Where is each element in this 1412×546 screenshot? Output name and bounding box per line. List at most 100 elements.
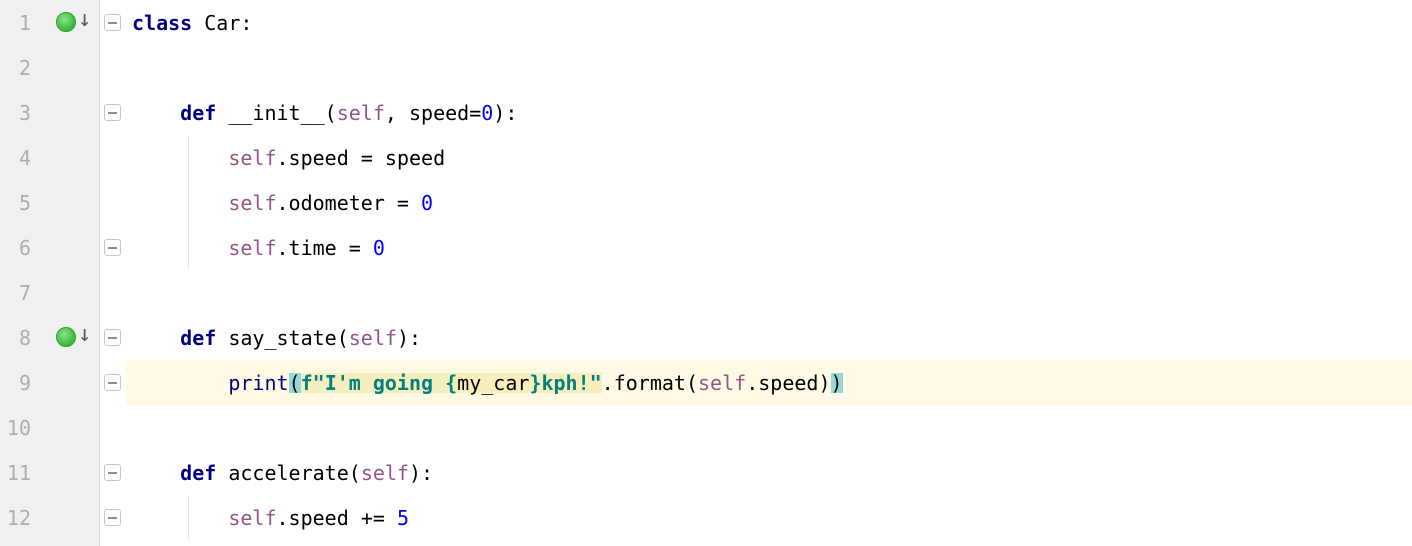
run-gutter-icon[interactable] <box>56 12 76 32</box>
method-name: __init__ <box>228 103 324 123</box>
builtin-func: print <box>228 373 288 393</box>
brace-open: { <box>445 373 457 393</box>
line-number: 11 <box>0 463 47 483</box>
space <box>349 508 361 528</box>
fold-toggle-icon[interactable] <box>104 239 121 256</box>
keyword: def <box>180 463 228 483</box>
string-quote: " <box>313 373 325 393</box>
paren-open: ( <box>686 373 698 393</box>
fold-toggle-icon[interactable] <box>104 464 121 481</box>
paren-open: ( <box>337 328 349 348</box>
space <box>373 148 385 168</box>
line-number: 3 <box>0 103 47 123</box>
code-line[interactable]: self.odometer = 0 <box>126 180 1412 225</box>
code-line-current[interactable]: print(f"I'm going {my_car}kph!".format(s… <box>126 360 1412 405</box>
punct-dot: . <box>277 238 289 258</box>
self-param: self <box>361 463 409 483</box>
indent <box>132 373 228 393</box>
punct-dot: . <box>277 193 289 213</box>
space <box>385 193 397 213</box>
space <box>385 508 397 528</box>
string-text: kph! <box>541 373 589 393</box>
method-call: format <box>614 373 686 393</box>
self-ref: self <box>698 373 746 393</box>
code-line[interactable]: def accelerate(self): <box>126 450 1412 495</box>
line-number: 5 <box>0 193 47 213</box>
op-eq: = <box>469 103 481 123</box>
fold-toggle-icon[interactable] <box>104 329 121 346</box>
punct-colon: : <box>409 328 421 348</box>
code-line[interactable]: self.speed += 5 <box>126 495 1412 540</box>
line-number-gutter: 1 2 3 4 5 6 7 8 9 10 11 12 <box>0 0 48 546</box>
punct-dot: . <box>602 373 614 393</box>
op-aug-assign: += <box>361 508 385 528</box>
string-text: I'm going <box>325 373 445 393</box>
indent <box>132 148 228 168</box>
number-literal: 0 <box>373 238 385 258</box>
fstring-expression: my_car <box>457 373 529 393</box>
self-ref: self <box>228 508 276 528</box>
indent-guide <box>188 495 189 540</box>
punct-dot: . <box>277 508 289 528</box>
paren-open: ( <box>349 463 361 483</box>
code-line[interactable]: self.time = 0 <box>126 225 1412 270</box>
code-line[interactable]: class Car: <box>126 0 1412 45</box>
line-number: 1 <box>0 13 47 33</box>
arrow-down-icon[interactable]: ↓ <box>78 9 91 31</box>
paren-open: ( <box>325 103 337 123</box>
method-name: say_state <box>228 328 336 348</box>
number-literal: 0 <box>481 103 493 123</box>
method-name: accelerate <box>228 463 348 483</box>
op-assign: = <box>397 193 409 213</box>
paren-close: ) <box>818 373 830 393</box>
self-ref: self <box>228 148 276 168</box>
op-assign: = <box>349 238 361 258</box>
fold-toggle-icon[interactable] <box>104 14 121 31</box>
attribute: time <box>289 238 337 258</box>
code-line[interactable] <box>126 270 1412 315</box>
punct-colon: : <box>421 463 433 483</box>
keyword: def <box>180 103 228 123</box>
number-literal: 5 <box>397 508 409 528</box>
attribute: speed <box>289 148 349 168</box>
line-number: 8 <box>0 328 47 348</box>
line-number: 2 <box>0 58 47 78</box>
space <box>337 238 349 258</box>
punct-comma: , <box>385 103 409 123</box>
code-line[interactable]: def __init__(self, speed=0): <box>126 90 1412 135</box>
punct-colon: : <box>240 13 252 33</box>
line-number: 6 <box>0 238 47 258</box>
op-assign: = <box>361 148 373 168</box>
code-line[interactable]: self.speed = speed <box>126 135 1412 180</box>
indent <box>132 238 228 258</box>
code-line[interactable] <box>126 405 1412 450</box>
identifier: speed <box>385 148 445 168</box>
paren-open-matched: ( <box>289 373 301 393</box>
fold-toggle-icon[interactable] <box>104 374 121 391</box>
fold-toggle-icon[interactable] <box>104 509 121 526</box>
brace-close: } <box>529 373 541 393</box>
indent-guide <box>188 225 189 270</box>
self-param: self <box>337 103 385 123</box>
paren-close-matched: ) <box>831 373 843 393</box>
run-gutter-icon[interactable] <box>56 327 76 347</box>
punct-dot: . <box>277 148 289 168</box>
indent-guide <box>188 135 189 180</box>
code-line[interactable] <box>126 45 1412 90</box>
space <box>361 238 373 258</box>
attribute: speed <box>289 508 349 528</box>
indent <box>132 508 228 528</box>
indent <box>132 463 180 483</box>
arrow-down-icon[interactable]: ↓ <box>78 324 91 346</box>
line-number: 10 <box>0 418 47 438</box>
punct-colon: : <box>505 103 517 123</box>
fold-toggle-icon[interactable] <box>104 104 121 121</box>
code-line[interactable]: def say_state(self): <box>126 315 1412 360</box>
param-name: speed <box>409 103 469 123</box>
line-number: 7 <box>0 283 47 303</box>
code-editor[interactable]: class Car: def __init__(self, speed=0): … <box>126 0 1412 546</box>
paren-close: ) <box>493 103 505 123</box>
indent <box>132 103 180 123</box>
line-number: 9 <box>0 373 47 393</box>
paren-close: ) <box>409 463 421 483</box>
